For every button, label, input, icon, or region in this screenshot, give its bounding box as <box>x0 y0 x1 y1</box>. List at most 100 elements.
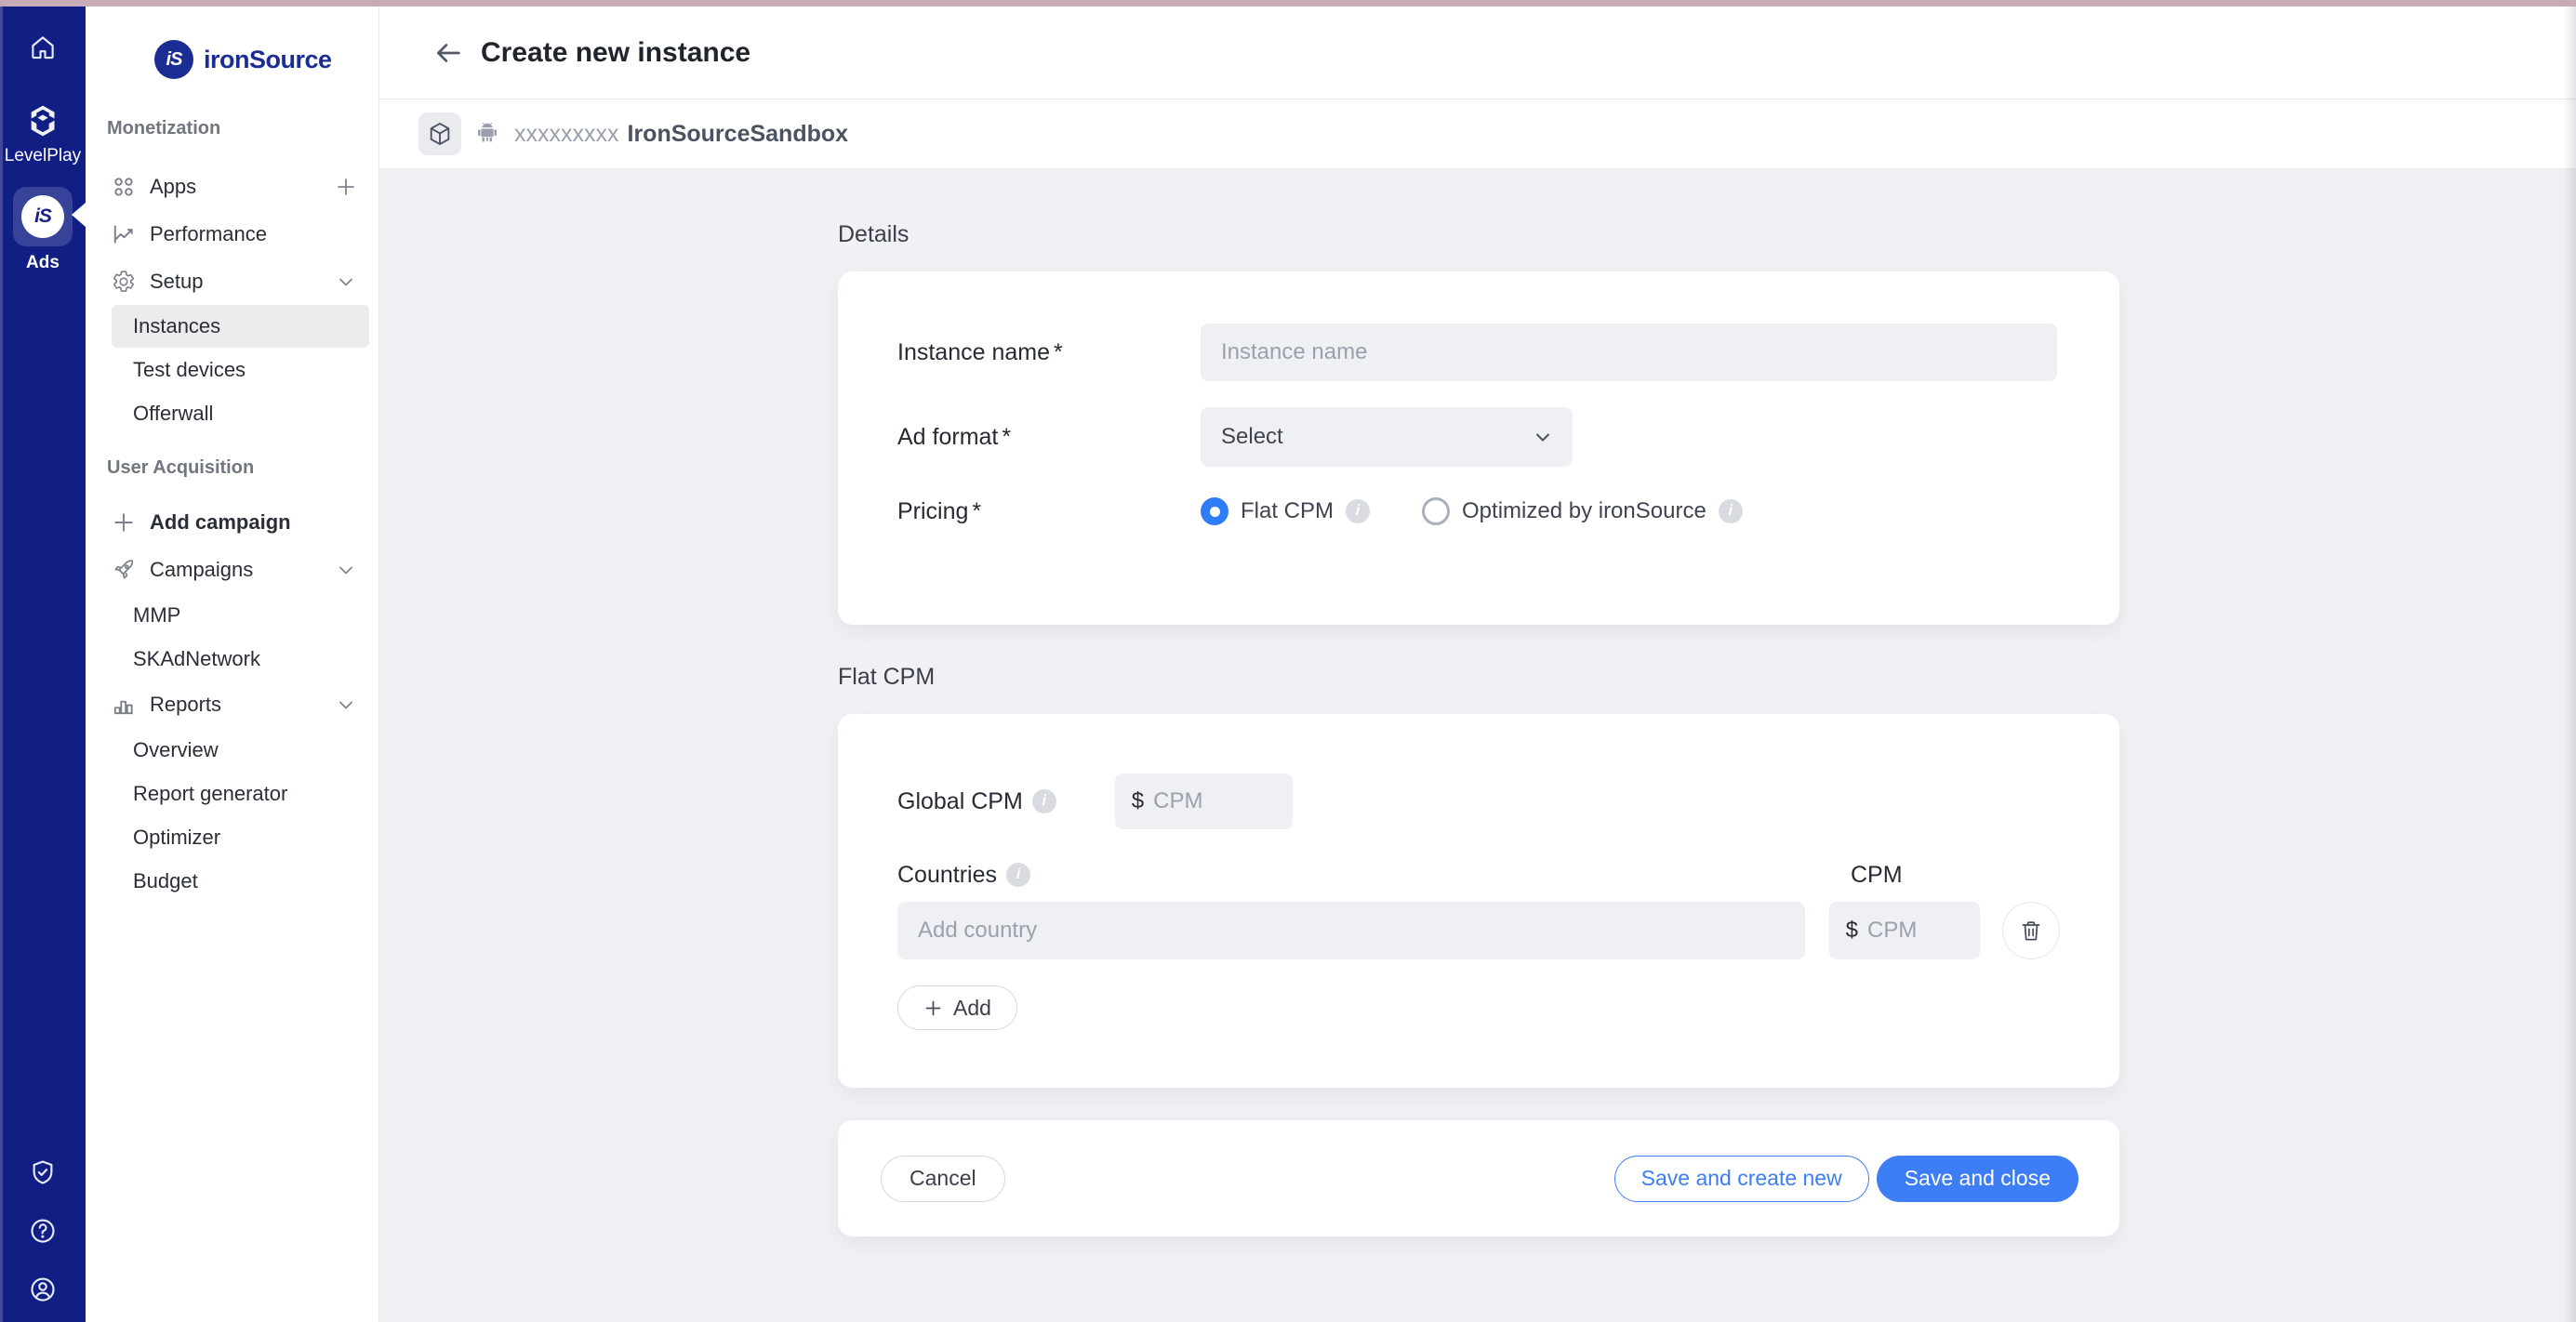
sidebar-item-optimizer[interactable]: Optimizer <box>86 815 378 859</box>
cancel-button[interactable]: Cancel <box>881 1156 1005 1202</box>
active-rail-notch <box>72 203 86 227</box>
add-country-row-button[interactable]: Add <box>897 985 1017 1030</box>
pricing-option-label: Optimized by ironSource <box>1462 498 1706 524</box>
countries-label: Countries i <box>897 862 1030 889</box>
delete-row-button[interactable] <box>2002 902 2060 959</box>
instance-name-label: Instance name* <box>897 339 1201 366</box>
ad-format-select[interactable]: Select <box>1201 407 1573 467</box>
radio-unselected-icon <box>1422 497 1450 525</box>
form-content: Details Instance name* Ad format* Select <box>379 169 2576 1322</box>
sidebar-item-label: Add campaign <box>150 510 291 535</box>
form-actions-card: Cancel Save and create new Save and clos… <box>838 1120 2119 1236</box>
setup-gear-icon <box>112 270 136 294</box>
sidebar-item-label: Apps <box>150 175 196 199</box>
ironsource-logo-badge: iS <box>154 40 193 79</box>
sidebar-item-add-campaign[interactable]: Add campaign <box>86 498 378 546</box>
ironsource-logo-word: ironSource <box>204 46 332 74</box>
details-section-title: Details <box>838 221 2119 247</box>
shield-check-icon <box>29 1158 57 1186</box>
details-card: Instance name* Ad format* Select Pricing… <box>838 271 2119 625</box>
sidebar-item-label: Campaigns <box>150 558 253 582</box>
account-icon <box>29 1276 57 1303</box>
chevron-down-icon <box>335 271 357 293</box>
ironsource-logo[interactable]: iS ironSource <box>154 40 378 79</box>
add-button-label: Add <box>953 996 991 1021</box>
performance-chart-icon <box>112 222 136 246</box>
flat-cpm-card: Global CPM i $ Countries i <box>838 714 2119 1088</box>
cube-app-icon <box>427 121 453 147</box>
add-country-input[interactable] <box>897 902 1805 959</box>
pricing-label: Pricing* <box>897 498 1201 525</box>
reports-bars-icon <box>112 693 136 717</box>
plus-icon <box>112 510 136 535</box>
section-label-user-acquisition: User Acquisition <box>107 457 378 482</box>
sidebar-item-offerwall[interactable]: Offerwall <box>86 391 378 435</box>
sidebar-item-instances[interactable]: Instances <box>112 305 369 348</box>
info-icon[interactable]: i <box>1719 499 1743 523</box>
save-and-close-button[interactable]: Save and close <box>1877 1156 2078 1202</box>
ad-format-label: Ad format* <box>897 424 1201 451</box>
required-mark: * <box>972 498 981 524</box>
page-header: Create new instance <box>379 7 2576 99</box>
main-area: Create new instance xxxxxxxxx IronSource… <box>379 7 2576 1322</box>
sidebar-item-label: Setup <box>150 270 204 294</box>
country-cpm-row: $ <box>897 902 2060 959</box>
rail-item-home[interactable] <box>29 33 57 61</box>
pricing-option-flat-cpm[interactable]: Flat CPM i <box>1201 497 1370 525</box>
ad-format-select-value: Select <box>1221 424 1283 450</box>
sidebar-item-skadnetwork[interactable]: SKAdNetwork <box>86 637 378 681</box>
pricing-option-label: Flat CPM <box>1241 498 1334 524</box>
country-cpm-input[interactable]: $ <box>1829 902 1981 959</box>
sidebar-item-apps[interactable]: Apps <box>86 163 378 210</box>
sidebar-item-overview[interactable]: Overview <box>86 728 378 772</box>
window-top-border <box>0 0 2576 7</box>
rail-item-levelplay[interactable]: LevelPlay <box>5 102 81 166</box>
app-name: IronSourceSandbox <box>628 121 849 148</box>
chevron-down-icon <box>1532 426 1554 448</box>
app-context-bar: xxxxxxxxx IronSourceSandbox <box>379 99 2576 169</box>
chevron-down-icon <box>335 559 357 581</box>
sidebar-item-budget[interactable]: Budget <box>86 859 378 903</box>
rail-item-privacy[interactable] <box>29 1158 57 1186</box>
rail-label-levelplay: LevelPlay <box>5 146 81 166</box>
sidebar-item-report-generator[interactable]: Report generator <box>86 772 378 815</box>
sidebar-item-test-devices[interactable]: Test devices <box>86 348 378 391</box>
rail-item-account[interactable] <box>29 1276 57 1303</box>
sidebar-item-mmp[interactable]: MMP <box>86 593 378 637</box>
scrollbar[interactable] <box>2563 7 2576 1322</box>
info-icon[interactable]: i <box>1346 499 1370 523</box>
instance-name-input[interactable] <box>1201 324 2057 381</box>
product-rail: LevelPlay iS Ads <box>0 7 86 1322</box>
section-label-monetization: Monetization <box>107 118 378 142</box>
currency-symbol: $ <box>1846 918 1858 944</box>
cpm-column-label: CPM <box>1851 862 2060 889</box>
ads-active-tile: iS <box>13 187 73 246</box>
pricing-option-optimized[interactable]: Optimized by ironSource i <box>1422 497 1743 525</box>
sidebar-item-campaigns[interactable]: Campaigns <box>86 546 378 593</box>
required-mark: * <box>1054 339 1063 365</box>
global-cpm-input[interactable]: $ <box>1115 773 1293 829</box>
info-icon[interactable]: i <box>1032 789 1056 813</box>
plus-icon <box>923 998 943 1018</box>
sidebar-item-setup[interactable]: Setup <box>86 258 378 305</box>
radio-selected-icon <box>1201 497 1228 525</box>
country-cpm-field[interactable] <box>1867 918 1963 944</box>
save-and-create-new-button[interactable]: Save and create new <box>1614 1156 1869 1202</box>
rail-label-ads: Ads <box>26 253 60 273</box>
rail-item-ads[interactable]: iS Ads <box>13 187 73 273</box>
sidebar-item-reports[interactable]: Reports <box>86 681 378 728</box>
home-icon <box>29 33 57 61</box>
rail-item-help[interactable] <box>29 1217 57 1245</box>
currency-symbol: $ <box>1132 788 1144 814</box>
sidebar-item-performance[interactable]: Performance <box>86 210 378 258</box>
android-icon <box>473 120 501 148</box>
app-id: xxxxxxxxx <box>514 121 619 148</box>
plus-icon[interactable] <box>335 176 357 198</box>
required-mark: * <box>1002 424 1011 450</box>
app-cube-badge <box>418 112 461 155</box>
page-title: Create new instance <box>481 37 750 69</box>
apps-grid-icon <box>112 175 136 199</box>
global-cpm-field[interactable] <box>1153 788 1276 814</box>
info-icon[interactable]: i <box>1006 863 1030 887</box>
back-arrow-icon[interactable] <box>432 37 464 69</box>
